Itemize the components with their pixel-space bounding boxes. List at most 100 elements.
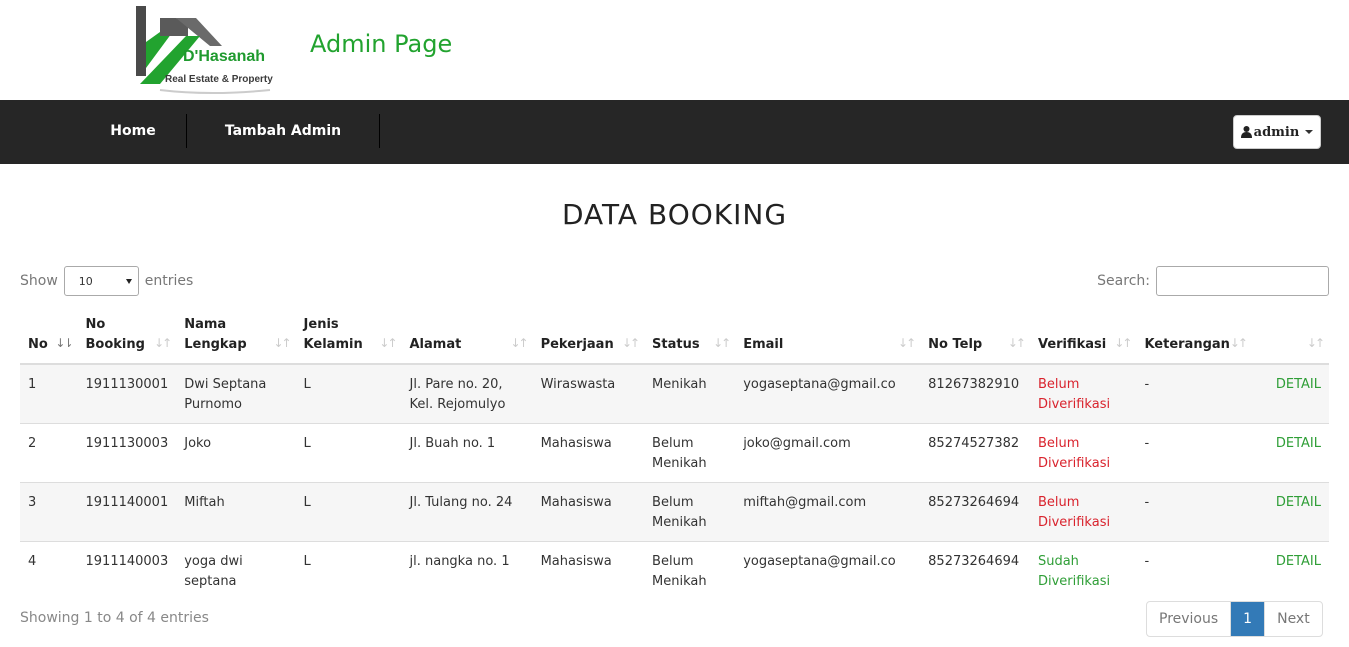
- cell-no: 1: [20, 363, 78, 424]
- col-header-no-booking[interactable]: No Booking ↓↑: [77, 312, 177, 365]
- search-label: Search:: [1097, 273, 1150, 289]
- cell-nama: yoga dwi septana: [176, 541, 296, 600]
- cell-verifikasi: Belum Diverifikasi: [1029, 423, 1137, 483]
- cell-no-telp: 85273264694: [920, 541, 1030, 600]
- entries-label: entries: [144, 273, 194, 289]
- cell-email: miftah@gmail.com: [735, 482, 921, 542]
- cell-keterangan: -: [1136, 482, 1252, 542]
- cell-status: Belum Menikah: [644, 541, 736, 600]
- search-input[interactable]: [1156, 266, 1329, 296]
- table-row: 4 1911140003 yoga dwi septana L jl. nang…: [20, 541, 1329, 600]
- sort-icon: ↓↑: [510, 336, 528, 350]
- cell-email: yogaseptana@gmail.co: [735, 541, 921, 600]
- cell-jenis-kelamin: L: [295, 423, 402, 483]
- cell-no-booking: 1911140001: [77, 482, 177, 542]
- cell-no: 4: [20, 541, 78, 600]
- cell-no-telp: 81267382910: [920, 363, 1030, 424]
- logo-tagline: Real Estate & Property: [165, 74, 273, 85]
- sort-icon: ↓↑: [898, 336, 916, 350]
- cell-no-booking: 1911130003: [77, 423, 177, 483]
- length-control: Show 10 entries: [20, 266, 193, 296]
- col-header-status[interactable]: Status ↓↑: [644, 312, 736, 365]
- cell-email: yogaseptana@gmail.co: [735, 363, 921, 424]
- cell-keterangan: -: [1136, 541, 1252, 600]
- previous-page-button[interactable]: Previous: [1147, 602, 1232, 636]
- nav-divider: [379, 114, 380, 148]
- cell-status: Belum Menikah: [644, 482, 736, 542]
- logo-name: D'Hasanah: [183, 48, 266, 65]
- sort-icon: ↓↑: [1306, 336, 1325, 350]
- cell-verifikasi: Belum Diverifikasi: [1029, 363, 1137, 424]
- cell-alamat: jl. nangka no. 1: [401, 541, 533, 600]
- col-header-action[interactable]: ↓↑: [1251, 312, 1329, 365]
- header: D'Hasanah Real Estate & Property Admin P…: [0, 0, 1349, 100]
- col-header-keterangan[interactable]: Keterangan ↓↑: [1136, 312, 1252, 365]
- cell-status: Belum Menikah: [644, 423, 736, 483]
- caret-down-icon: [1305, 130, 1314, 134]
- user-menu-label: admin: [1253, 124, 1300, 140]
- show-label: Show: [20, 273, 58, 289]
- col-header-jenis-kelamin[interactable]: Jenis Kelamin ↓↑: [295, 312, 402, 365]
- cell-alamat: Jl. Pare no. 20, Kel. Rejomulyo: [401, 363, 533, 424]
- admin-page-heading: Admin Page: [310, 30, 453, 58]
- sort-icon: ↓↑: [1229, 336, 1248, 350]
- nav-home-link[interactable]: Home: [80, 100, 186, 164]
- table-row: 3 1911140001 Miftah L Jl. Tulang no. 24 …: [20, 482, 1329, 542]
- cell-alamat: Jl. Tulang no. 24: [401, 482, 533, 542]
- col-header-email[interactable]: Email ↓↑: [735, 312, 921, 365]
- pagination: Previous 1 Next: [1146, 601, 1323, 637]
- table-row: 1 1911130001 Dwi Septana Purnomo L Jl. P…: [20, 363, 1329, 424]
- cell-pekerjaan: Wiraswasta: [532, 363, 645, 424]
- cell-no-booking: 1911130001: [77, 363, 177, 424]
- user-icon: [1240, 126, 1252, 138]
- detail-link[interactable]: DETAIL: [1251, 482, 1329, 542]
- col-header-no-telp[interactable]: No Telp ↓↑: [920, 312, 1030, 365]
- table-row: 2 1911130003 Joko L Jl. Buah no. 1 Mahas…: [20, 423, 1329, 483]
- entries-select[interactable]: 10: [63, 266, 139, 296]
- sort-icon: ↓↑: [1114, 336, 1132, 350]
- select-arrow-icon: [125, 279, 132, 284]
- sort-icon: ↓↑: [713, 336, 731, 350]
- nav-tambah-admin-link[interactable]: Tambah Admin: [187, 100, 379, 164]
- cell-no-telp: 85274527382: [920, 423, 1030, 483]
- navbar: Home Tambah Admin admin: [0, 100, 1349, 164]
- cell-pekerjaan: Mahasiswa: [532, 482, 645, 542]
- cell-pekerjaan: Mahasiswa: [532, 541, 645, 600]
- cell-jenis-kelamin: L: [295, 541, 402, 600]
- company-logo[interactable]: D'Hasanah Real Estate & Property: [130, 4, 280, 96]
- cell-email: joko@gmail.com: [735, 423, 921, 483]
- next-page-button[interactable]: Next: [1264, 602, 1322, 636]
- table-info: Showing 1 to 4 of 4 entries: [20, 610, 209, 626]
- cell-keterangan: -: [1136, 423, 1252, 483]
- cell-jenis-kelamin: L: [295, 363, 402, 424]
- cell-status: Menikah: [644, 363, 736, 424]
- booking-table: No ↓⇂ No Booking ↓↑ Nama Lengkap ↓↑ Jenis K…: [20, 312, 1329, 600]
- col-header-alamat[interactable]: Alamat ↓↑: [401, 312, 533, 365]
- detail-link[interactable]: DETAIL: [1251, 363, 1329, 424]
- sort-icon: ↓↑: [273, 336, 291, 350]
- cell-verifikasi: Belum Diverifikasi: [1029, 482, 1137, 542]
- table-header-row: No ↓⇂ No Booking ↓↑ Nama Lengkap ↓↑ Jenis K…: [20, 312, 1329, 365]
- cell-no-booking: 1911140003: [77, 541, 177, 600]
- sort-icon: ↓↑: [1007, 336, 1026, 350]
- col-header-nama-lengkap[interactable]: Nama Lengkap ↓↑: [176, 312, 296, 365]
- cell-pekerjaan: Mahasiswa: [532, 423, 645, 483]
- cell-alamat: Jl. Buah no. 1: [401, 423, 533, 483]
- cell-no: 2: [20, 423, 78, 483]
- detail-link[interactable]: DETAIL: [1251, 423, 1329, 483]
- sort-icon: ↓↑: [379, 336, 397, 350]
- page-1-button[interactable]: 1: [1231, 602, 1265, 636]
- page-title: DATA BOOKING: [561, 198, 788, 231]
- col-header-verifikasi[interactable]: Verifikasi ↓↑: [1029, 312, 1137, 365]
- sort-asc-icon: ↓⇂: [55, 336, 73, 350]
- cell-no-telp: 85273264694: [920, 482, 1030, 542]
- sort-icon: ↓↑: [154, 336, 172, 350]
- cell-jenis-kelamin: L: [295, 482, 402, 542]
- col-header-no[interactable]: No ↓⇂: [20, 312, 78, 365]
- user-menu-button[interactable]: admin: [1233, 115, 1321, 149]
- detail-link[interactable]: DETAIL: [1251, 541, 1329, 600]
- col-header-pekerjaan[interactable]: Pekerjaan ↓↑: [532, 312, 645, 365]
- cell-keterangan: -: [1136, 363, 1252, 424]
- sort-icon: ↓↑: [621, 336, 640, 350]
- entries-select-value: 10: [78, 274, 93, 288]
